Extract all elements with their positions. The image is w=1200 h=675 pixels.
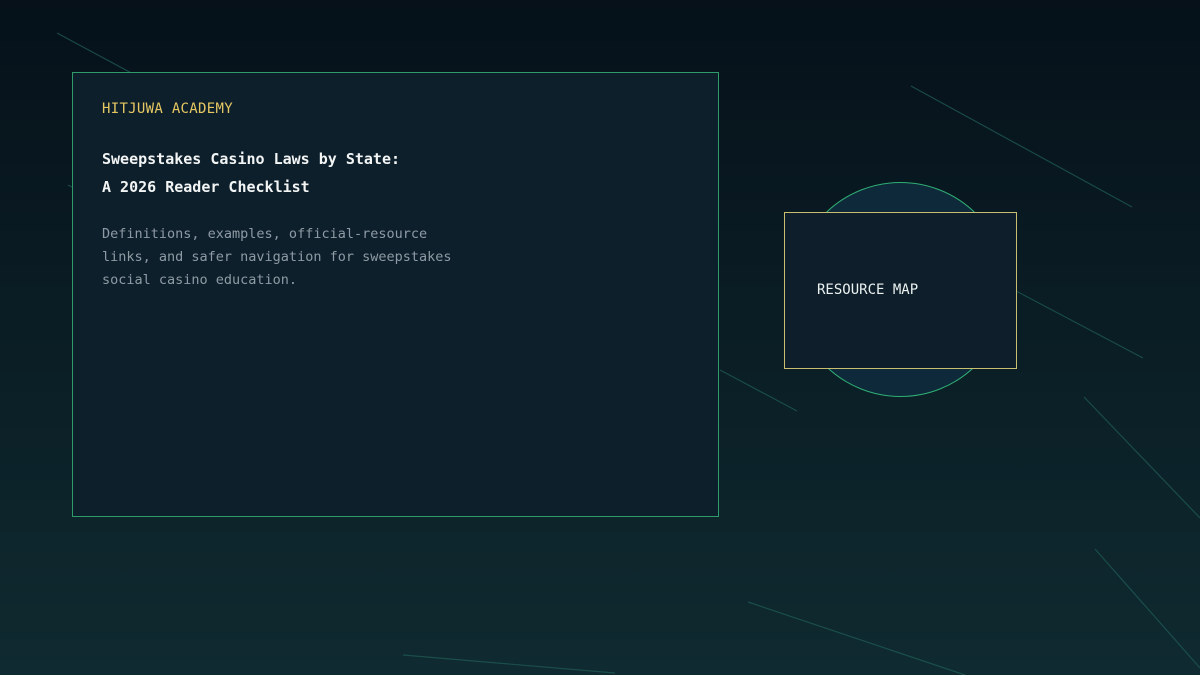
brand-label: HITJUWA ACADEMY [102, 101, 233, 117]
description-line: links, and safer navigation for sweepsta… [102, 249, 452, 265]
decor-line [1083, 396, 1200, 519]
article-title-line-2: A 2026 Reader Checklist [102, 178, 310, 196]
article-title-line-1: Sweepstakes Casino Laws by State: [102, 150, 401, 168]
decor-line [1094, 548, 1200, 669]
resource-map-label: RESOURCE MAP [817, 282, 919, 298]
decor-line [402, 654, 616, 674]
article-card: HITJUWA ACADEMY Sweepstakes Casino Laws … [72, 72, 719, 517]
decor-line [56, 32, 136, 76]
description-line: social casino education. [102, 272, 298, 288]
decor-line [747, 601, 966, 675]
decor-line [719, 369, 798, 412]
description-line: Definitions, examples, official-resource [102, 226, 428, 242]
decor-line [910, 85, 1133, 208]
decor-line [1015, 290, 1144, 359]
article-description: Definitions, examples, official-resource… [102, 223, 482, 292]
resource-map-box: RESOURCE MAP [784, 212, 1017, 369]
